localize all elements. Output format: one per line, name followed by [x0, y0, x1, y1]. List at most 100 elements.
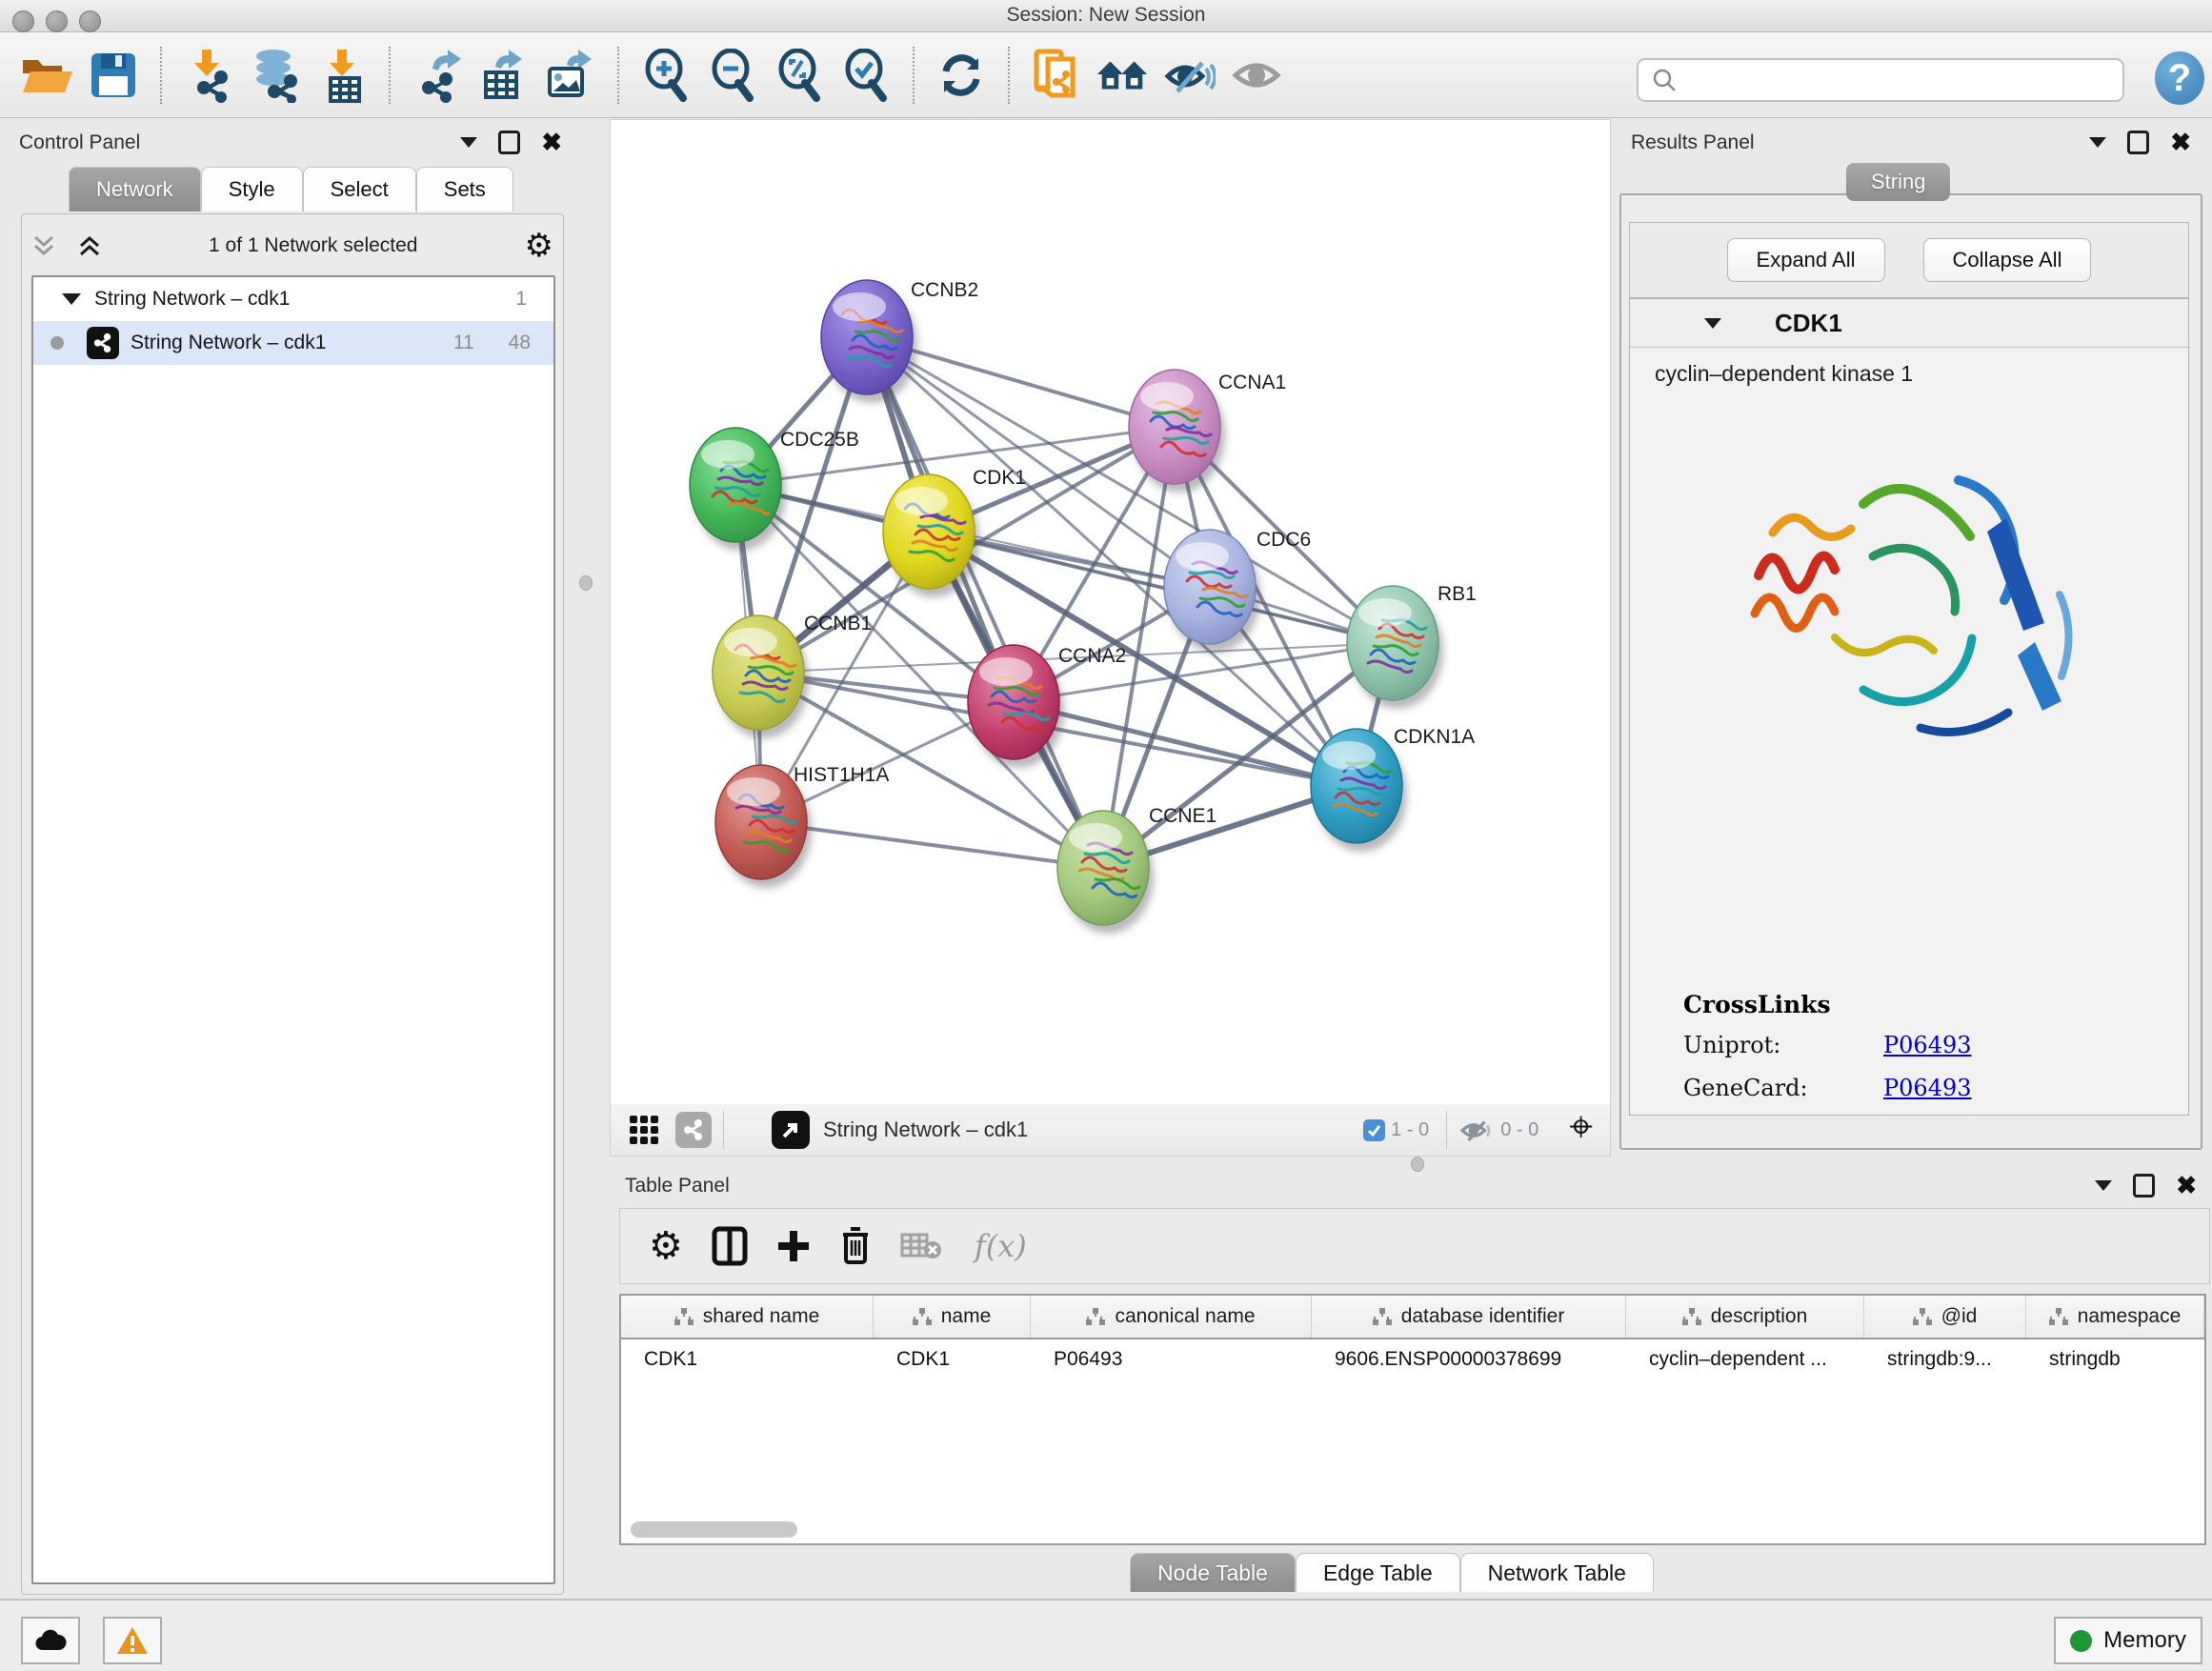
table-cell[interactable]: CDK1: [621, 1348, 874, 1371]
export-network-button[interactable]: [410, 47, 465, 104]
column-header-name[interactable]: name: [874, 1296, 1031, 1338]
network-node-CCNA2[interactable]: CCNA2: [968, 645, 1126, 768]
close-panel-icon[interactable]: ✖: [2170, 133, 2191, 151]
column-header--id[interactable]: @id: [1864, 1296, 2026, 1338]
birdseye-view-icon[interactable]: ⌖: [1569, 1106, 1593, 1148]
zoom-selected-button[interactable]: [838, 47, 894, 104]
string-view-icon[interactable]: [675, 1112, 712, 1148]
panel-menu-icon[interactable]: [460, 137, 477, 148]
network-node-CCNE1[interactable]: CCNE1: [1057, 805, 1217, 934]
function-builder-icon[interactable]: f(x): [975, 1228, 1027, 1264]
zoom-out-button[interactable]: [705, 47, 760, 104]
network-node-RB1[interactable]: RB1: [1347, 583, 1477, 709]
network-canvas[interactable]: CCNB2CCNA1CDC25BCDK1CDC6RB1CCNB1CCNA2CDK…: [610, 119, 1611, 1106]
hide-selected-button[interactable]: [1162, 47, 1217, 104]
network-node-CCNB2[interactable]: CCNB2: [821, 279, 978, 403]
column-header-description[interactable]: description: [1626, 1296, 1864, 1338]
column-header-namespace[interactable]: namespace: [2026, 1296, 2204, 1338]
panel-menu-icon[interactable]: [2095, 1180, 2112, 1191]
warning-button[interactable]: [103, 1617, 162, 1664]
gene-section-header[interactable]: CDK1: [1630, 299, 2188, 348]
table-cell[interactable]: CDK1: [874, 1348, 1031, 1371]
network-node-CDC6[interactable]: CDC6: [1164, 529, 1311, 653]
add-column-icon[interactable]: [776, 1227, 811, 1265]
network-row-selected[interactable]: String Network – cdk1 11 48: [33, 321, 553, 365]
import-network-database-button[interactable]: [248, 47, 303, 104]
float-panel-icon[interactable]: [498, 131, 520, 154]
export-table-button[interactable]: [476, 47, 532, 104]
table-row[interactable]: CDK1CDK1P064939606.ENSP00000378699cyclin…: [621, 1339, 2204, 1379]
tab-style[interactable]: Style: [201, 167, 303, 211]
network-node-CCNA1[interactable]: CCNA1: [1129, 370, 1286, 493]
delete-table-icon[interactable]: [900, 1231, 942, 1261]
tab-network-table[interactable]: Network Table: [1460, 1553, 1654, 1592]
float-panel-icon[interactable]: [2127, 131, 2149, 154]
hidden-eye-icon[interactable]: [1458, 1116, 1495, 1144]
help-button[interactable]: ?: [2155, 51, 2204, 105]
table-cell[interactable]: stringdb:9...: [1864, 1348, 2026, 1371]
tab-sets[interactable]: Sets: [416, 167, 513, 211]
first-neighbors-button[interactable]: [1096, 47, 1151, 104]
close-panel-icon[interactable]: ✖: [2176, 1177, 2197, 1195]
import-network-icon: [183, 48, 234, 103]
delete-column-icon[interactable]: [839, 1226, 872, 1266]
network-node-CDC25B[interactable]: CDC25B: [690, 428, 859, 551]
left-splitter-handle[interactable]: [579, 575, 593, 591]
table-cell[interactable]: 9606.ENSP00000378699: [1312, 1348, 1626, 1371]
collapse-triangle-icon[interactable]: [62, 293, 81, 305]
cloud-button[interactable]: [21, 1617, 80, 1664]
table-cell[interactable]: P06493: [1031, 1348, 1312, 1371]
show-all-button[interactable]: [1229, 47, 1284, 104]
tab-select[interactable]: Select: [303, 167, 416, 211]
network-collection-row[interactable]: String Network – cdk1 1: [33, 277, 553, 321]
network-node-CCNB1[interactable]: CCNB1: [713, 613, 872, 738]
zoom-fit-button[interactable]: [772, 47, 827, 104]
close-panel-icon[interactable]: ✖: [541, 133, 562, 151]
selected-checkbox-icon[interactable]: [1363, 1119, 1385, 1141]
horizontal-scrollbar[interactable]: [631, 1521, 797, 1538]
import-network-file-button[interactable]: [181, 47, 236, 104]
import-table-button[interactable]: [314, 47, 370, 104]
crosslink-link[interactable]: P06493: [1883, 1032, 1972, 1058]
collapse-gene-icon[interactable]: [1704, 318, 1721, 329]
table-options-gear-icon[interactable]: ⚙: [649, 1229, 683, 1263]
open-in-window-icon[interactable]: [772, 1111, 810, 1149]
column-header-canonical-name[interactable]: canonical name: [1031, 1296, 1312, 1338]
network-options-gear-icon[interactable]: ⚙: [525, 232, 553, 260]
search-icon: [1652, 68, 1677, 92]
show-columns-icon[interactable]: [712, 1226, 748, 1266]
tab-string[interactable]: String: [1846, 163, 1950, 201]
column-header-shared-name[interactable]: shared name: [621, 1296, 874, 1338]
memory-label: Memory: [2103, 1627, 2186, 1654]
expand-all-icon[interactable]: [77, 233, 102, 258]
table-cell[interactable]: cyclin–dependent ...: [1626, 1348, 1864, 1371]
memory-status-dot: [2070, 1630, 2092, 1652]
node-label-CDC25B: CDC25B: [780, 429, 859, 451]
refresh-button[interactable]: [934, 47, 989, 104]
network-panel-group: 1 of 1 Network selected ⚙ String Network…: [21, 213, 564, 1595]
network-node-HIST1H1A[interactable]: HIST1H1A: [715, 764, 889, 888]
tab-edge-table[interactable]: Edge Table: [1296, 1553, 1460, 1592]
network-node-CDKN1A[interactable]: CDKN1A: [1311, 726, 1475, 852]
memory-button[interactable]: Memory: [2054, 1617, 2202, 1664]
collapse-all-button[interactable]: Collapse All: [1923, 238, 2092, 282]
title-bar: Session: New Session: [0, 0, 2212, 32]
float-panel-icon[interactable]: [2133, 1174, 2155, 1198]
crosslink-label: Uniprot:: [1683, 1032, 1883, 1058]
column-header-database-identifier[interactable]: database identifier: [1312, 1296, 1626, 1338]
tab-node-table[interactable]: Node Table: [1130, 1553, 1296, 1592]
grid-mode-icon[interactable]: [628, 1114, 660, 1146]
expand-all-button[interactable]: Expand All: [1727, 238, 1885, 282]
export-image-button[interactable]: [543, 47, 598, 104]
open-session-button[interactable]: [19, 47, 74, 104]
save-session-button[interactable]: [86, 47, 141, 104]
tab-network[interactable]: Network: [69, 167, 201, 211]
bottom-splitter-handle[interactable]: [1411, 1157, 1424, 1172]
crosslink-link[interactable]: P06493: [1883, 1075, 1972, 1101]
zoom-in-button[interactable]: [638, 47, 694, 104]
search-input[interactable]: [1686, 63, 2122, 97]
panel-menu-icon[interactable]: [2089, 137, 2106, 148]
table-cell[interactable]: stringdb: [2026, 1348, 2204, 1371]
copy-network-button[interactable]: [1029, 47, 1084, 104]
collapse-all-icon[interactable]: [31, 233, 56, 258]
